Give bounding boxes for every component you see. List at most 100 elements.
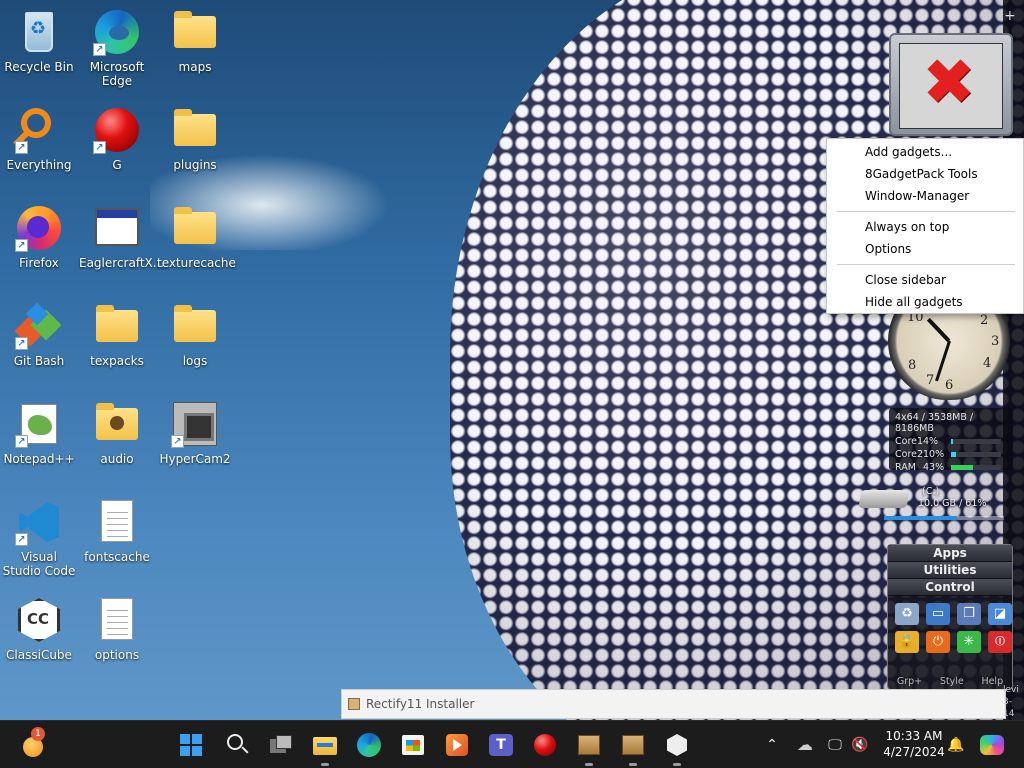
cpu-row-fill xyxy=(951,451,956,457)
desktop-icon-audio[interactable]: audio xyxy=(79,400,155,466)
classicube-icon[interactable] xyxy=(661,729,693,766)
power-icon[interactable]: ⏻ xyxy=(926,631,950,653)
launcher-help-link[interactable]: Help xyxy=(981,676,1003,687)
folder-icon xyxy=(93,302,141,350)
menu-item-always-on-top[interactable]: Always on top xyxy=(827,216,1023,238)
package-icon[interactable] xyxy=(573,729,605,766)
gadget-close-tile[interactable]: ✖ xyxy=(889,33,1013,136)
clock-number: 8 xyxy=(908,358,917,373)
desktop-icon-label: Firefox xyxy=(19,256,59,270)
desktop-icon-label: texpacks xyxy=(90,354,144,368)
shutdown-icon[interactable]: ⏼ xyxy=(988,631,1012,653)
speaker-muted-icon[interactable]: 🔇 xyxy=(848,729,872,761)
background-window-text: levi 3-14 xyxy=(1003,685,1019,719)
clock-hour-hand xyxy=(926,317,951,343)
desktop-icon-label: fontscache xyxy=(84,550,150,564)
shortcut-arrow-icon: ↗ xyxy=(15,239,28,252)
edge-icon[interactable] xyxy=(353,729,385,761)
menu-separator xyxy=(837,264,1015,265)
shortcut-arrow-icon: ↗ xyxy=(15,435,28,448)
red-ball-icon[interactable] xyxy=(529,729,561,761)
launcher-button-grid: ♻ ▭ ❐ ◪ 🔒 ⏻ ✳ ⏼ xyxy=(888,596,1012,653)
desktop-icon-label: Microsoft Edge xyxy=(89,60,145,88)
desktop-icon-plugins[interactable]: plugins xyxy=(157,106,233,172)
desktop-icon-label: Visual Studio Code xyxy=(2,550,76,578)
vscode-icon: ↗ xyxy=(15,498,63,546)
recycle-bin-icon[interactable]: ♻ xyxy=(895,603,919,625)
copilot-icon[interactable] xyxy=(976,729,1008,761)
desktop-icon-fontscache[interactable]: fontscache xyxy=(79,498,155,564)
desktop-icon-texpacks[interactable]: texpacks xyxy=(79,302,155,368)
desktop-icon-hypercam2[interactable]: ↗ HyperCam2 xyxy=(157,400,233,466)
network-icon[interactable]: 🖵 xyxy=(821,729,849,761)
desktop-icon-options[interactable]: options xyxy=(79,596,155,662)
desktop-icon-label: Notepad++ xyxy=(3,452,75,466)
desktop-icon-firefox[interactable]: ↗ Firefox xyxy=(1,204,77,270)
notepad-plus-plus-icon: ↗ xyxy=(15,400,63,448)
desktop-icon-label: texturecache xyxy=(157,256,236,270)
desktop-icon-classicube[interactable]: ClassiCube xyxy=(1,596,77,662)
git-bash-icon: ↗ xyxy=(14,302,63,350)
clock-number: 4 xyxy=(983,356,992,371)
sidebar-add-icon[interactable]: + xyxy=(1004,8,1016,24)
launcher-group-add-link[interactable]: Grp+ xyxy=(897,676,922,687)
media-player-icon[interactable] xyxy=(441,729,473,761)
menu-item-add-gadgets[interactable]: Add gadgets... xyxy=(827,141,1023,163)
menu-item-window-manager[interactable]: Window-Manager xyxy=(827,185,1023,207)
classicube-icon xyxy=(15,596,63,644)
launcher-style-link[interactable]: Style xyxy=(940,676,964,687)
store-icon[interactable] xyxy=(397,729,429,761)
launcher-tab-control[interactable]: Control xyxy=(888,579,1012,596)
desktop-icon-vscode[interactable]: ↗ Visual Studio Code xyxy=(1,498,77,578)
clock-number: 7 xyxy=(926,373,935,388)
desktop-icon-g[interactable]: ↗ G xyxy=(79,106,155,172)
installer-title: Rectify11 Installer xyxy=(366,697,475,711)
package-icon[interactable] xyxy=(617,729,649,766)
document-icon xyxy=(93,596,141,644)
clock-date-tray[interactable]: 10:33 AM 4/27/2024 xyxy=(872,728,956,760)
desktop-icon-git-bash[interactable]: ↗ Git Bash xyxy=(1,302,77,368)
cpu-row: Core1 4% xyxy=(895,435,1007,447)
file-explorer-icon[interactable] xyxy=(309,729,341,766)
menu-item-8gadgetpack-tools[interactable]: 8GadgetPack Tools xyxy=(827,163,1023,185)
cpu-row-value: 4% xyxy=(923,435,939,447)
search-icon[interactable] xyxy=(221,729,253,761)
document-icon xyxy=(93,498,141,546)
launcher-tab-apps[interactable]: Apps xyxy=(888,545,1012,562)
lock-icon[interactable]: 🔒 xyxy=(895,631,919,653)
cpu-meter-gadget[interactable]: 4x64 / 3538MB / 8186MB Core1 4% Core2 10… xyxy=(889,408,1013,473)
desktop-icon-maps[interactable]: maps xyxy=(157,8,233,74)
installer-icon xyxy=(348,698,360,710)
desktop-icon-edge[interactable]: ↗ Microsoft Edge xyxy=(79,8,155,88)
desktop-icon-label: Everything xyxy=(6,158,72,172)
clock-gadget[interactable]: 10 2 3 4 6 7 8 xyxy=(887,304,1013,400)
task-view-icon[interactable] xyxy=(265,729,297,761)
desktop-icon-notepad-plus-plus[interactable]: ↗ Notepad++ xyxy=(1,400,77,466)
restart-icon[interactable]: ✳ xyxy=(957,631,981,653)
folder-icon xyxy=(171,302,219,350)
gadget-close-tile-face: ✖ xyxy=(899,43,1003,129)
folder-icon xyxy=(93,400,141,448)
menu-item-options[interactable]: Options xyxy=(827,238,1023,260)
desktop-icon-recycle-bin[interactable]: Recycle Bin xyxy=(1,8,77,74)
desktop-icon-eaglercraft[interactable]: EaglercraftX... xyxy=(79,204,164,270)
cpu-header: 4x64 / 3538MB / 8186MB xyxy=(895,412,974,434)
drive-meter-gadget[interactable]: (C:) 10.0 GB / 61% xyxy=(858,482,1008,524)
drive-icon[interactable]: ▭ xyxy=(926,603,950,625)
desktop-icon-logs[interactable]: logs xyxy=(157,302,233,368)
start-icon[interactable] xyxy=(176,729,208,761)
display-icon[interactable]: ◪ xyxy=(988,603,1012,625)
windows-icon[interactable]: ❐ xyxy=(957,603,981,625)
desktop-icon-everything[interactable]: ↗ Everything xyxy=(1,106,77,172)
shortcut-arrow-icon: ↗ xyxy=(15,533,28,546)
cloud-offline-icon[interactable]: ☁ xyxy=(790,729,820,761)
chevron-up-icon[interactable]: ⌃ xyxy=(757,729,787,761)
rectify11-installer-window[interactable]: Rectify11 Installer xyxy=(341,689,1006,719)
menu-item-close-sidebar[interactable]: Close sidebar xyxy=(827,269,1023,291)
hard-drive-icon xyxy=(858,490,910,508)
cpu-row-bar xyxy=(951,438,1001,444)
menu-item-hide-all-gadgets[interactable]: Hide all gadgets xyxy=(827,291,1023,313)
launcher-tab-utilities[interactable]: Utilities xyxy=(888,562,1012,579)
desktop-icon-texturecache[interactable]: texturecache xyxy=(157,204,236,270)
teams-icon[interactable]: T xyxy=(485,729,517,761)
